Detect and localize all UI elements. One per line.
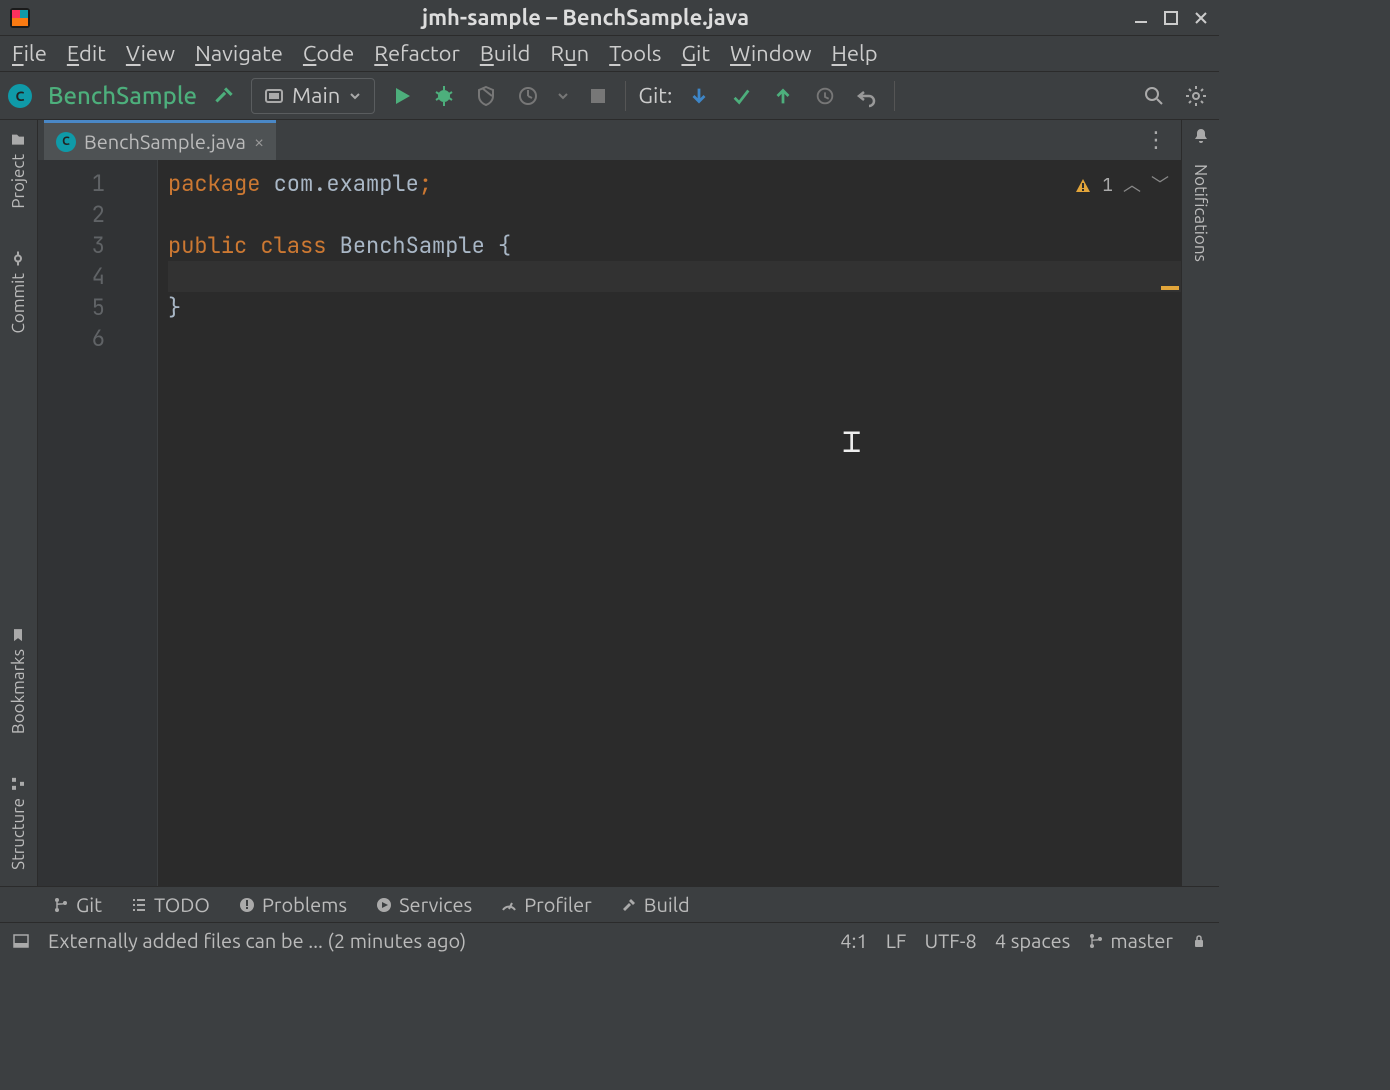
- toolwindow-toggle-icon[interactable]: [12, 932, 30, 950]
- editor-tabbar: C BenchSample.java × ⋮: [38, 120, 1181, 160]
- build-hammer-icon[interactable]: [209, 81, 239, 111]
- line-gutter: 1 2 3 4 5 6: [38, 160, 158, 886]
- maximize-button[interactable]: [1161, 8, 1181, 28]
- menu-view[interactable]: View: [126, 41, 175, 66]
- code-editor[interactable]: 1 2 3 4 5 6 package com.example; public …: [38, 160, 1181, 886]
- error-stripe-mark[interactable]: [1161, 286, 1179, 290]
- git-branch[interactable]: master: [1088, 929, 1173, 952]
- titlebar: jmh-sample – BenchSample.java: [0, 0, 1219, 36]
- list-icon: [130, 896, 148, 914]
- coverage-button[interactable]: [471, 81, 501, 111]
- toolbar-separator: [625, 81, 626, 111]
- menu-help[interactable]: Help: [832, 41, 878, 66]
- debug-button[interactable]: [429, 81, 459, 111]
- text-cursor-icon: Ꮖ: [843, 428, 861, 459]
- warning-count: 1: [1102, 170, 1113, 201]
- tool-services[interactable]: Services: [375, 893, 472, 916]
- breadcrumb[interactable]: BenchSample: [48, 82, 197, 109]
- line-separator[interactable]: LF: [886, 929, 907, 952]
- git-push-button[interactable]: [768, 81, 798, 111]
- main-area: Project Commit Bookmarks Structure C Ben…: [0, 120, 1219, 886]
- file-encoding[interactable]: UTF-8: [924, 929, 976, 952]
- toolbar: C BenchSample Main Git:: [0, 72, 1219, 120]
- window-title: jmh-sample – BenchSample.java: [40, 5, 1131, 30]
- line-number: 5: [38, 292, 105, 323]
- left-toolstrip: Project Commit Bookmarks Structure: [0, 120, 38, 886]
- statusbar: Externally added files can be ... (2 min…: [0, 922, 1219, 958]
- branch-icon: [1088, 933, 1104, 949]
- tool-git[interactable]: Git: [52, 893, 102, 916]
- hammer-icon: [620, 896, 638, 914]
- tool-commit[interactable]: Commit: [9, 245, 28, 340]
- close-button[interactable]: [1191, 8, 1211, 28]
- line-number: 4: [38, 261, 105, 292]
- indent-setting[interactable]: 4 spaces: [995, 929, 1070, 952]
- minimize-button[interactable]: [1131, 8, 1151, 28]
- right-toolstrip: Notifications: [1181, 120, 1219, 886]
- tool-notifications[interactable]: Notifications: [1191, 158, 1210, 268]
- stop-button[interactable]: [583, 81, 613, 111]
- run-button[interactable]: [387, 81, 417, 111]
- bottom-toolbar: Git TODO Problems Services Profiler Buil…: [0, 886, 1219, 922]
- git-pull-button[interactable]: [684, 81, 714, 111]
- menu-git[interactable]: Git: [681, 41, 710, 66]
- run-config-label: Main: [292, 83, 340, 108]
- menu-tools[interactable]: Tools: [609, 41, 661, 66]
- menu-run[interactable]: Run: [550, 41, 589, 66]
- class-icon: C: [8, 84, 32, 108]
- chevron-down-icon: [348, 89, 362, 103]
- tool-project[interactable]: Project: [9, 126, 28, 215]
- search-everywhere-button[interactable]: [1139, 81, 1169, 111]
- menu-edit[interactable]: Edit: [67, 41, 106, 66]
- status-message[interactable]: Externally added files can be ... (2 min…: [48, 929, 822, 952]
- tab-more-icon[interactable]: ⋮: [1131, 127, 1181, 153]
- menu-build[interactable]: Build: [480, 41, 531, 66]
- lock-icon[interactable]: [1191, 933, 1207, 949]
- tool-build[interactable]: Build: [620, 893, 690, 916]
- line-number: 2: [38, 199, 105, 230]
- toolbar-separator-2: [894, 81, 895, 111]
- line-number: 3: [38, 230, 105, 261]
- class-icon: C: [56, 132, 76, 152]
- git-label: Git:: [638, 83, 672, 108]
- menubar: File Edit View Navigate Code Refactor Bu…: [0, 36, 1219, 72]
- play-circle-icon: [375, 896, 393, 914]
- line-number: 6: [38, 323, 105, 354]
- tab-filename: BenchSample.java: [84, 130, 246, 153]
- run-config-icon: [264, 86, 284, 106]
- warning-icon: [1074, 177, 1092, 195]
- tool-todo[interactable]: TODO: [130, 893, 210, 916]
- tool-bookmarks[interactable]: Bookmarks: [9, 621, 28, 740]
- gauge-icon: [500, 896, 518, 914]
- branch-icon: [52, 896, 70, 914]
- tool-structure[interactable]: Structure: [9, 770, 28, 876]
- git-history-button[interactable]: [810, 81, 840, 111]
- tab-close-icon[interactable]: ×: [254, 132, 264, 152]
- settings-button[interactable]: [1181, 81, 1211, 111]
- warning-circle-icon: [238, 896, 256, 914]
- menu-refactor[interactable]: Refactor: [374, 41, 460, 66]
- git-rollback-button[interactable]: [852, 81, 882, 111]
- profile-dropdown[interactable]: [555, 81, 571, 111]
- caret-position[interactable]: 4:1: [840, 929, 867, 952]
- editor-tab[interactable]: C BenchSample.java ×: [44, 120, 276, 160]
- inspection-widget[interactable]: 1 ︿ ﹀: [1074, 170, 1169, 201]
- run-config-selector[interactable]: Main: [251, 78, 375, 114]
- git-commit-button[interactable]: [726, 81, 756, 111]
- code-content[interactable]: package com.example; public class BenchS…: [158, 160, 1181, 886]
- notifications-icon[interactable]: [1191, 126, 1211, 146]
- app-icon: [8, 6, 32, 30]
- menu-navigate[interactable]: Navigate: [195, 41, 283, 66]
- prev-highlight-icon[interactable]: ︿: [1123, 170, 1141, 201]
- next-highlight-icon[interactable]: ﹀: [1151, 170, 1169, 201]
- tool-profiler[interactable]: Profiler: [500, 893, 592, 916]
- line-number: 1: [38, 168, 105, 199]
- editor-area: C BenchSample.java × ⋮ 1 2 3 4 5 6 packa…: [38, 120, 1181, 886]
- tool-problems[interactable]: Problems: [238, 893, 347, 916]
- profile-button[interactable]: [513, 81, 543, 111]
- menu-code[interactable]: Code: [303, 41, 354, 66]
- menu-file[interactable]: File: [12, 41, 47, 66]
- menu-window[interactable]: Window: [730, 41, 812, 66]
